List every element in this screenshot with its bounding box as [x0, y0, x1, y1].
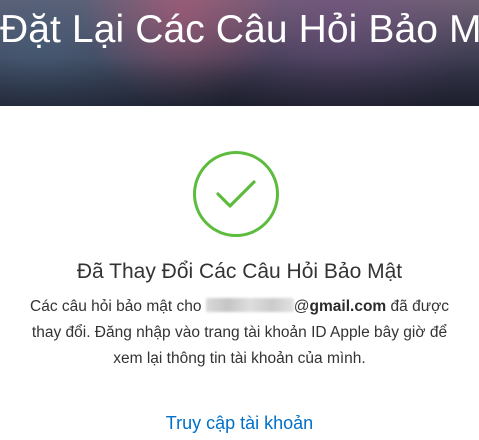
- redacted-email-local-part: [205, 298, 294, 313]
- message-text-before-email: Các câu hỏi bảo mật cho: [30, 298, 206, 315]
- access-account-link[interactable]: Truy cập tài khoản: [0, 410, 479, 436]
- success-message: Các câu hỏi bảo mật cho @gmail.com đã đư…: [20, 294, 459, 372]
- checkmark-icon: [216, 180, 256, 208]
- security-questions-reset-page: Đặt Lại Các Câu Hỏi Bảo Mật Đã Thay Đổi …: [0, 0, 479, 440]
- at-symbol: @: [293, 298, 310, 315]
- page-title: Đặt Lại Các Câu Hỏi Bảo Mật: [0, 8, 479, 51]
- success-headline: Đã Thay Đổi Các Câu Hỏi Bảo Mật: [76, 260, 403, 283]
- hero-banner: Đặt Lại Các Câu Hỏi Bảo Mật: [0, 0, 479, 106]
- checkmark-circle-icon: [193, 151, 279, 237]
- email-domain: gmail.com: [309, 298, 387, 315]
